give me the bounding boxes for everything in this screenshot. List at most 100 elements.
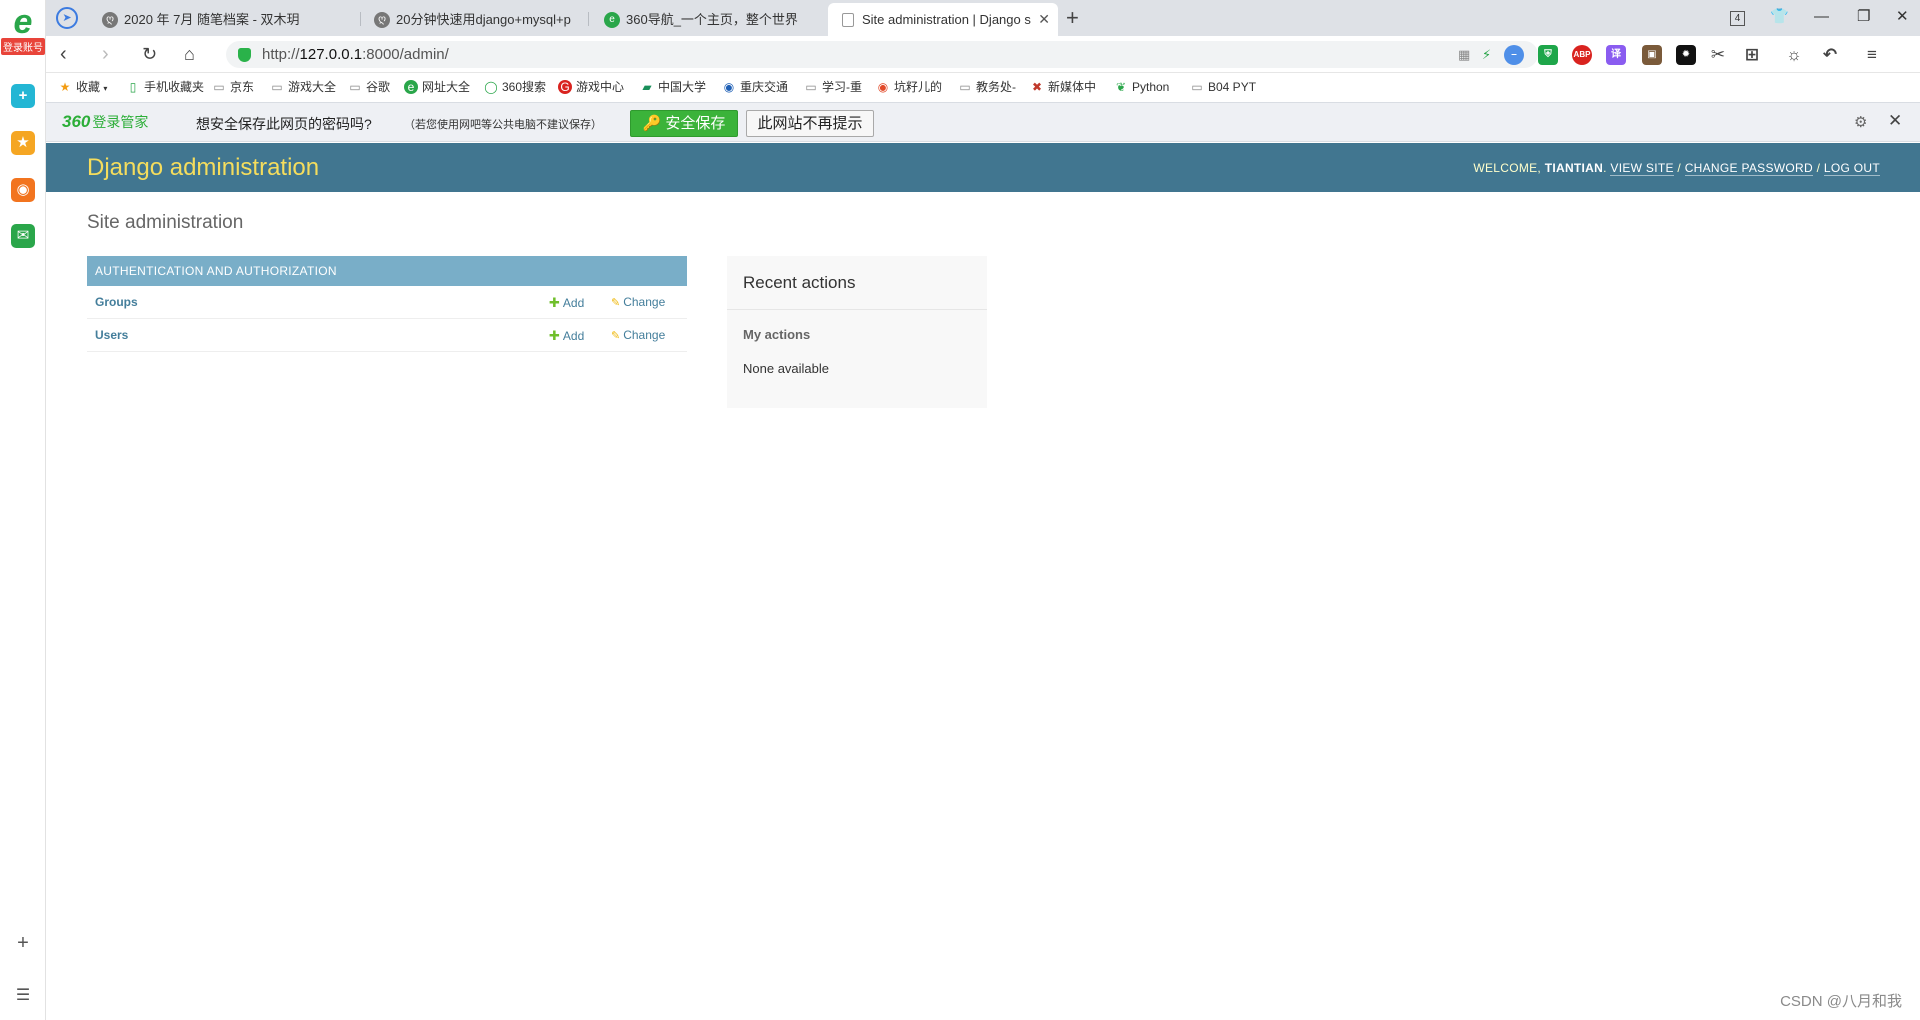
undo-icon[interactable]: ↶ (1820, 45, 1840, 65)
tab-site-administration[interactable]: Site administration | Django s ✕ (828, 3, 1058, 36)
safe-save-button[interactable]: 🔑 安全保存 (630, 110, 738, 137)
favorites-star-icon[interactable]: ★ (11, 131, 35, 155)
page-title: Site administration (87, 212, 244, 233)
school-icon: ◉ (723, 80, 735, 94)
brightness-icon[interactable]: ☼ (1784, 45, 1804, 65)
bookmark-mobile[interactable]: ▯ 手机收藏夹 (126, 74, 204, 100)
weibo-icon: ◉ (877, 80, 889, 94)
bookmark-jd[interactable]: ▭ 京东 (212, 74, 254, 100)
gear-icon[interactable]: ⚙ (1854, 113, 1867, 131)
bookmark-url-portal[interactable]: e 网址大全 (404, 74, 470, 100)
bookmark-games[interactable]: ▭ 游戏大全 (270, 74, 336, 100)
app-caption-link[interactable]: AUTHENTICATION AND AUTHORIZATION (87, 256, 687, 286)
speed-mode-icon[interactable]: ⚡ (1482, 41, 1491, 68)
page-icon: ▭ (213, 80, 225, 94)
page-icon: ▭ (959, 80, 971, 94)
change-groups-link[interactable]: ✎ Change (611, 286, 665, 320)
shield-extension-icon[interactable]: ⛨ (1538, 45, 1558, 65)
weibo-icon[interactable]: ◉ (11, 178, 35, 202)
address-bar-row: ‹ › ↻ ⌂ http://127.0.0.1:8000/admin/ ▦ ⚡… (46, 36, 1920, 73)
minus-extension-icon[interactable]: – (1504, 45, 1524, 65)
model-link-users[interactable]: Users (95, 319, 128, 352)
leaf-icon: ❦ (1115, 80, 1127, 94)
change-users-link[interactable]: ✎ Change (611, 319, 665, 353)
media-icon: ✖ (1031, 80, 1043, 94)
never-remind-button[interactable]: 此网站不再提示 (746, 110, 874, 137)
url-input[interactable]: http://127.0.0.1:8000/admin/ ▦ ⚡ ⌄ (226, 41, 1538, 68)
site-branding[interactable]: Django administration (87, 154, 319, 182)
gear-extension-icon[interactable]: ✹ (1676, 45, 1696, 65)
mail-icon[interactable]: ✉ (11, 224, 35, 248)
bookmark-china-mooc[interactable]: ▰ 中国大学 (640, 74, 706, 100)
blog-favicon-icon: ღ (374, 12, 390, 28)
pencil-icon: ✎ (611, 330, 621, 342)
minimize-icon[interactable]: — (1814, 4, 1829, 30)
tab-title: Site administration | Django s (862, 12, 1031, 27)
bookmark-google[interactable]: ▭ 谷歌 (348, 74, 390, 100)
side-rail: e 登录账号 + ★ ◉ ✉ + ☰ (0, 0, 46, 1020)
bookmark-360-search[interactable]: ◯ 360搜索 (484, 74, 546, 100)
welcome-label: WELCOME, (1473, 161, 1542, 175)
tab-blog-archive[interactable]: ღ 2020 年 7月 随笔档案 - 双木玥 (90, 3, 360, 36)
bookmark-weibo[interactable]: ◉ 坑籽儿的 (876, 74, 942, 100)
qr-code-icon[interactable]: ▦ (1458, 41, 1470, 68)
url-text: http://127.0.0.1:8000/admin/ (262, 46, 449, 63)
page-icon: ▭ (805, 80, 817, 94)
list-menu-icon[interactable]: ☰ (12, 985, 34, 1005)
translate-icon[interactable]: 译 (1606, 45, 1626, 65)
log-out-link[interactable]: LOG OUT (1823, 161, 1880, 176)
model-row-groups: Groups ✚ Add ✎ Change (87, 286, 687, 319)
change-password-link[interactable]: CHANGE PASSWORD (1684, 161, 1813, 176)
bookmark-b04-pyt[interactable]: ▭ B04 PYT (1190, 74, 1256, 100)
close-window-icon[interactable]: ✕ (1896, 4, 1909, 30)
navigate-arrow-icon[interactable]: ➤ (56, 6, 78, 29)
bookmarks-bar: ★ 收藏 ▾ ▯ 手机收藏夹 ▭ 京东 ▭ 游戏大全 ▭ 谷歌 e 网址大全 ◯ 360搜索 … (46, 74, 1920, 102)
page-icon: ▭ (271, 80, 283, 94)
tab-django-mysql[interactable]: ღ 20分钟快速用django+mysql+p (362, 3, 586, 36)
bookmark-academic[interactable]: ▭ 教务处- (958, 74, 1016, 100)
game-icon: G (558, 80, 572, 94)
bookmark-new-media[interactable]: ✖ 新媒体中 (1030, 74, 1096, 100)
django-header: Django administration WELCOME, TIANTIAN.… (46, 143, 1920, 192)
blog-favicon-icon: ღ (102, 12, 118, 28)
360-icon: e (404, 80, 418, 94)
bookmark-game-center[interactable]: G 游戏中心 (558, 74, 624, 100)
back-icon[interactable]: ‹ (60, 42, 67, 66)
grid-apps-icon[interactable]: ⊞ (1742, 45, 1762, 65)
browser-logo[interactable]: e 登录账号 (0, 5, 46, 55)
tab-divider (360, 12, 361, 26)
close-icon[interactable]: ✕ (1888, 111, 1902, 131)
tab-360-nav[interactable]: e 360导航_一个主页，整个世界 (592, 3, 822, 36)
star-icon: ★ (59, 80, 71, 94)
skin-shirt-icon[interactable]: 👕 (1770, 4, 1789, 30)
login-badge[interactable]: 登录账号 (1, 38, 45, 55)
password-save-bar: 360 登录管家 想安全保存此网页的密码吗? （若您使用网吧等公共电脑不建议保存）… (46, 102, 1920, 142)
save-password-question: 想安全保存此网页的密码吗? (196, 116, 372, 132)
close-tab-icon[interactable]: ✕ (1038, 3, 1050, 36)
tab-title: 360导航_一个主页，整个世界 (626, 12, 798, 27)
add-users-link[interactable]: ✚ Add (549, 319, 584, 353)
home-icon[interactable]: ⌂ (184, 42, 195, 66)
phone-icon: ▯ (129, 80, 137, 94)
view-site-link[interactable]: VIEW SITE (1610, 161, 1674, 176)
game-extension-icon[interactable]: ▣ (1642, 45, 1662, 65)
tab-strip: ➤ ღ 2020 年 7月 随笔档案 - 双木玥 ღ 20分钟快速用django… (46, 0, 1920, 36)
scissors-icon[interactable]: ✂ (1708, 45, 1728, 65)
restore-icon[interactable]: ❐ (1857, 4, 1870, 30)
adblock-icon[interactable]: ABP (1572, 45, 1592, 65)
forward-icon[interactable]: › (102, 42, 109, 66)
bookmark-study[interactable]: ▭ 学习-重 (804, 74, 862, 100)
page-icon: ▭ (1191, 80, 1203, 94)
plus-app-icon[interactable]: + (11, 84, 35, 108)
bookmark-chongqing[interactable]: ◉ 重庆交通 (722, 74, 788, 100)
main-menu-icon[interactable]: ≡ (1862, 45, 1882, 65)
pencil-icon: ✎ (611, 297, 621, 309)
bookmark-python[interactable]: ❦ Python (1114, 74, 1169, 100)
new-tab-icon[interactable]: + (1066, 4, 1079, 32)
add-sidebar-icon[interactable]: + (12, 932, 34, 955)
reload-icon[interactable]: ↻ (142, 42, 157, 66)
bookmark-favorites[interactable]: ★ 收藏 ▾ (58, 74, 108, 102)
add-groups-link[interactable]: ✚ Add (549, 286, 584, 320)
model-link-groups[interactable]: Groups (95, 286, 138, 319)
tab-count-button[interactable]: 4 (1730, 6, 1745, 28)
